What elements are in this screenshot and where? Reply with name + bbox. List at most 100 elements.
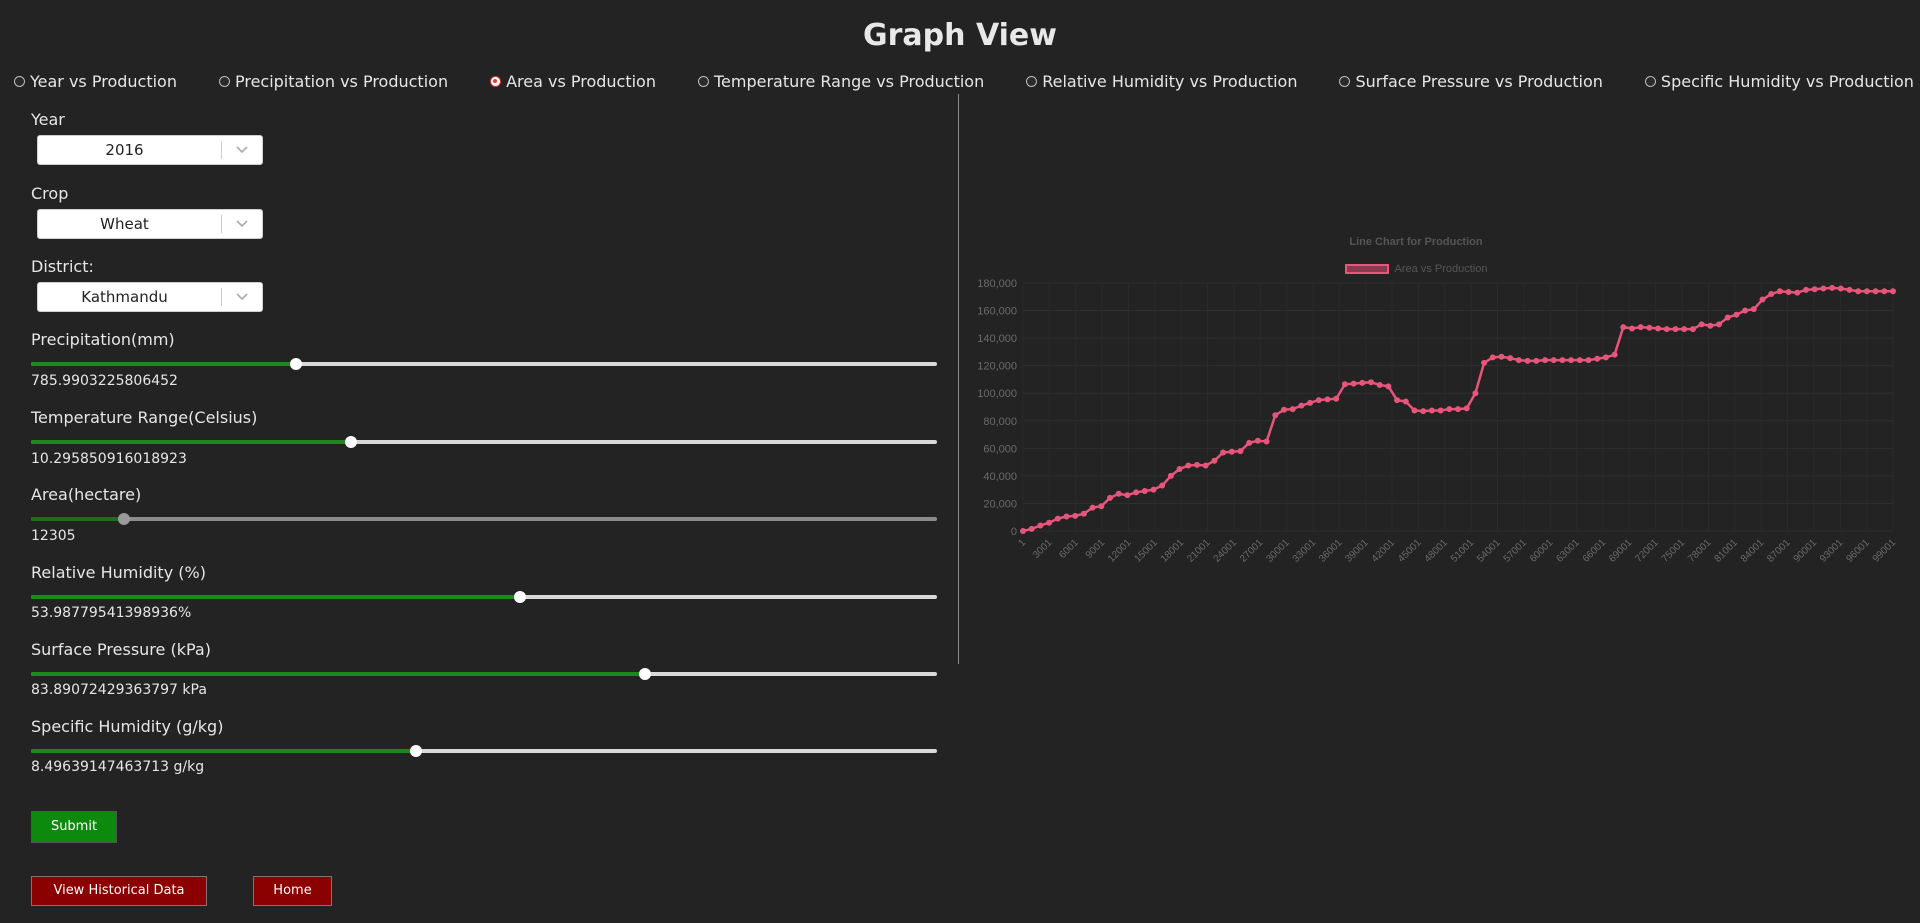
x-tick-label: 69001 xyxy=(1607,537,1635,565)
slider-thumb[interactable] xyxy=(118,513,131,525)
data-point xyxy=(1124,492,1131,499)
slider-fill xyxy=(31,595,521,599)
radio-button-icon[interactable] xyxy=(218,76,230,87)
submit-button[interactable]: Submit xyxy=(31,811,117,843)
x-tick-label: 81001 xyxy=(1712,537,1740,565)
data-point xyxy=(1376,381,1383,388)
data-point xyxy=(1359,379,1366,386)
data-point xyxy=(1672,326,1679,333)
data-point xyxy=(1193,461,1200,468)
x-tick-label: 63001 xyxy=(1554,537,1582,565)
district-select[interactable]: Kathmandu xyxy=(37,282,263,312)
slider-thumb[interactable] xyxy=(410,745,423,757)
slider-fill xyxy=(31,749,417,753)
radio-button-selected-icon[interactable] xyxy=(490,76,502,87)
data-point xyxy=(1890,288,1896,295)
data-point xyxy=(1028,525,1035,532)
data-point xyxy=(1080,510,1087,517)
y-tick-label: 180,000 xyxy=(977,278,1017,290)
data-point xyxy=(1611,351,1618,358)
slider-fill xyxy=(31,517,125,521)
data-point xyxy=(1437,407,1444,414)
relative-humidity-slider[interactable] xyxy=(31,591,937,603)
data-point xyxy=(1072,512,1079,519)
x-tick-label: 6001 xyxy=(1057,537,1081,561)
radio-button-icon[interactable] xyxy=(14,76,25,87)
x-tick-label: 45001 xyxy=(1396,537,1424,565)
radio-year-vs-production[interactable]: Year vs Production xyxy=(14,72,177,91)
surface-pressure-slider[interactable] xyxy=(31,668,937,680)
data-point xyxy=(1559,357,1566,364)
district-label: District: xyxy=(31,257,94,276)
radio-precipitation-vs-production[interactable]: Precipitation vs Production xyxy=(218,72,448,91)
home-button[interactable]: Home xyxy=(253,876,332,906)
radio-label: Year vs Production xyxy=(30,72,177,91)
radio-surface-pressure-vs-production[interactable]: Surface Pressure vs Production xyxy=(1339,72,1603,91)
data-point xyxy=(1185,462,1192,469)
data-point xyxy=(1263,438,1270,445)
data-point xyxy=(1489,354,1496,361)
y-tick-label: 120,000 xyxy=(977,361,1017,373)
data-point xyxy=(1054,515,1061,522)
district-select-value: Kathmandu xyxy=(81,288,168,306)
slider-thumb[interactable] xyxy=(639,668,652,680)
radio-label: Temperature Range vs Production xyxy=(713,72,985,91)
data-point xyxy=(1585,357,1592,364)
temperature-range-label: Temperature Range(Celsius) xyxy=(31,408,258,427)
x-tick-label: 9001 xyxy=(1084,537,1108,561)
temperature-range-value: 10.295850916018923 xyxy=(31,451,187,467)
slider-thumb[interactable] xyxy=(514,591,527,603)
data-point xyxy=(1315,397,1322,404)
data-point xyxy=(1272,412,1279,419)
x-tick-label: 48001 xyxy=(1422,537,1450,565)
chevron-down-icon[interactable] xyxy=(222,220,262,228)
temperature-range-slider[interactable] xyxy=(31,436,937,448)
view-historical-data-button[interactable]: View Historical Data xyxy=(31,876,207,906)
radio-button-icon[interactable] xyxy=(1644,76,1656,87)
data-point xyxy=(1707,322,1714,329)
radio-button-icon[interactable] xyxy=(1026,76,1038,87)
data-point xyxy=(1533,357,1540,364)
data-point xyxy=(1385,383,1392,390)
x-tick-label: 57001 xyxy=(1502,537,1530,565)
data-point xyxy=(1733,311,1740,318)
data-point xyxy=(1715,321,1722,328)
x-tick-label: 15001 xyxy=(1132,537,1160,565)
surface-pressure-value: 83.89072429363797 kPa xyxy=(31,682,207,698)
chevron-down-icon[interactable] xyxy=(222,146,262,154)
x-tick-label: 60001 xyxy=(1528,537,1556,565)
radio-button-icon[interactable] xyxy=(697,76,709,87)
data-point xyxy=(1394,397,1401,404)
data-point xyxy=(1742,307,1749,314)
year-select-value: 2016 xyxy=(105,141,144,159)
data-point xyxy=(1289,406,1296,413)
x-tick-label: 33001 xyxy=(1291,537,1319,565)
radio-specific-humidity-vs-production[interactable]: Specific Humidity vs Production xyxy=(1644,72,1914,91)
radio-temperature-range-vs-production[interactable]: Temperature Range vs Production xyxy=(697,72,985,91)
area-slider[interactable] xyxy=(31,513,937,525)
data-point xyxy=(1811,286,1818,293)
crop-label: Crop xyxy=(31,184,69,203)
relative-humidity-label: Relative Humidity (%) xyxy=(31,563,206,582)
data-point xyxy=(1211,457,1218,464)
specific-humidity-slider[interactable] xyxy=(31,745,937,757)
data-point xyxy=(1507,355,1514,362)
data-point xyxy=(1367,379,1374,386)
y-tick-label: 160,000 xyxy=(977,306,1017,318)
slider-thumb[interactable] xyxy=(289,358,302,370)
radio-relative-humidity-vs-production[interactable]: Relative Humidity vs Production xyxy=(1026,72,1297,91)
data-point xyxy=(1176,466,1183,472)
radio-area-vs-production[interactable]: Area vs Production xyxy=(490,72,656,91)
crop-select[interactable]: Wheat xyxy=(37,209,263,239)
year-select[interactable]: 2016 xyxy=(37,135,263,165)
slider-thumb[interactable] xyxy=(344,436,357,448)
data-point xyxy=(1428,407,1435,414)
data-point xyxy=(1750,306,1757,313)
radio-button-icon[interactable] xyxy=(1339,76,1351,87)
chevron-down-icon[interactable] xyxy=(222,293,262,301)
data-point xyxy=(1063,513,1070,520)
precipitation-slider[interactable] xyxy=(31,358,937,370)
data-point xyxy=(1307,399,1314,406)
data-point xyxy=(1863,288,1870,295)
data-point xyxy=(1167,472,1174,479)
